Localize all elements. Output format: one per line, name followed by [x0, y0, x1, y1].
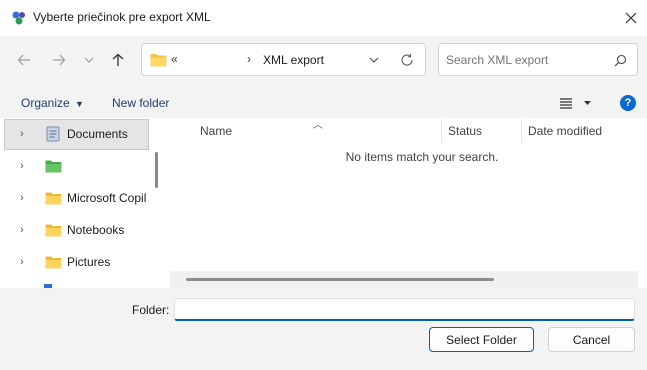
organize-button[interactable]: Organize ▼: [21, 96, 84, 110]
search-icon: [612, 52, 628, 68]
view-options-button[interactable]: [556, 94, 594, 112]
empty-state-message: No items match your search.: [180, 150, 647, 164]
column-divider[interactable]: [441, 119, 442, 143]
forward-button[interactable]: [47, 48, 71, 72]
nav-pane-scrollbar[interactable]: [155, 152, 158, 188]
chevron-right-icon: ›: [20, 160, 24, 172]
nav-item-microsoft-copilot[interactable]: › Microsoft Copil: [4, 183, 149, 213]
cancel-button[interactable]: Cancel: [548, 327, 635, 352]
horizontal-scrollbar-thumb[interactable]: [186, 278, 494, 281]
close-icon: [625, 12, 637, 24]
organize-label: Organize: [21, 96, 70, 110]
arrow-right-icon: [53, 54, 66, 66]
empty-message-text: No items match your search.: [345, 150, 499, 164]
select-folder-button[interactable]: Select Folder: [429, 327, 534, 352]
search-input[interactable]: [446, 51, 606, 69]
nav-item-label: Pictures: [67, 255, 111, 269]
column-header-name[interactable]: Name: [200, 124, 232, 138]
refresh-icon: [401, 54, 413, 66]
file-list: [163, 118, 647, 288]
folder-icon: [44, 223, 62, 237]
folder-icon: [44, 191, 62, 205]
chevron-down-icon: [369, 57, 379, 63]
folder-green-icon: [44, 159, 62, 173]
window-title: Vyberte priečinok pre export XML: [33, 10, 211, 24]
folder-input-box[interactable]: [174, 298, 635, 321]
view-list-icon: [560, 98, 591, 109]
nav-item-label: Documents: [67, 127, 128, 141]
chevron-right-icon: ›: [20, 256, 24, 268]
folder-icon: [149, 52, 167, 67]
column-header-status[interactable]: Status: [448, 124, 482, 138]
address-overflow[interactable]: «: [171, 52, 178, 66]
title-bar: Vyberte priečinok pre export XML: [0, 0, 647, 36]
chevron-right-icon: ›: [20, 128, 24, 140]
breadcrumb-chevron-icon: ›: [247, 52, 251, 66]
nav-item-label: Microsoft Copil: [67, 191, 147, 205]
app-icon: [10, 9, 28, 27]
breadcrumb-current[interactable]: XML export: [263, 53, 324, 67]
up-button[interactable]: [106, 48, 130, 72]
nav-item-documents[interactable]: › Documents: [4, 119, 149, 149]
sort-ascending-icon: ︿: [313, 120, 323, 131]
folder-label: Folder:: [132, 303, 170, 317]
nav-item-pictures[interactable]: › Pictures: [4, 247, 149, 277]
search-box[interactable]: [438, 43, 638, 76]
navigation-pane: › Documents › › Microsoft Copil › Notebo…: [0, 118, 163, 288]
refresh-button[interactable]: [398, 51, 416, 69]
folder-input[interactable]: [175, 299, 634, 319]
folder-icon: [44, 255, 62, 269]
chevron-down-icon: [84, 57, 94, 63]
column-header-date-modified[interactable]: Date modified: [528, 124, 602, 138]
nav-item-folder[interactable]: ›: [4, 151, 149, 181]
recent-locations-button[interactable]: [80, 48, 98, 72]
arrow-up-icon: [112, 53, 124, 66]
arrow-left-icon: [17, 54, 30, 66]
nav-item-label: Notebooks: [67, 223, 125, 237]
new-folder-button[interactable]: New folder: [112, 96, 169, 110]
close-button[interactable]: [617, 4, 645, 32]
nav-item-notebooks[interactable]: › Notebooks: [4, 215, 149, 245]
chevron-right-icon: ›: [20, 192, 24, 204]
documents-icon: [44, 126, 62, 142]
chevron-right-icon: ›: [20, 224, 24, 236]
help-icon[interactable]: ?: [620, 95, 636, 111]
command-bar: [0, 88, 647, 118]
caret-down-icon: ▼: [75, 99, 84, 109]
address-bar[interactable]: « › XML export: [141, 43, 426, 76]
column-divider[interactable]: [521, 119, 522, 143]
back-button[interactable]: [12, 48, 36, 72]
address-dropdown-button[interactable]: [366, 52, 382, 68]
